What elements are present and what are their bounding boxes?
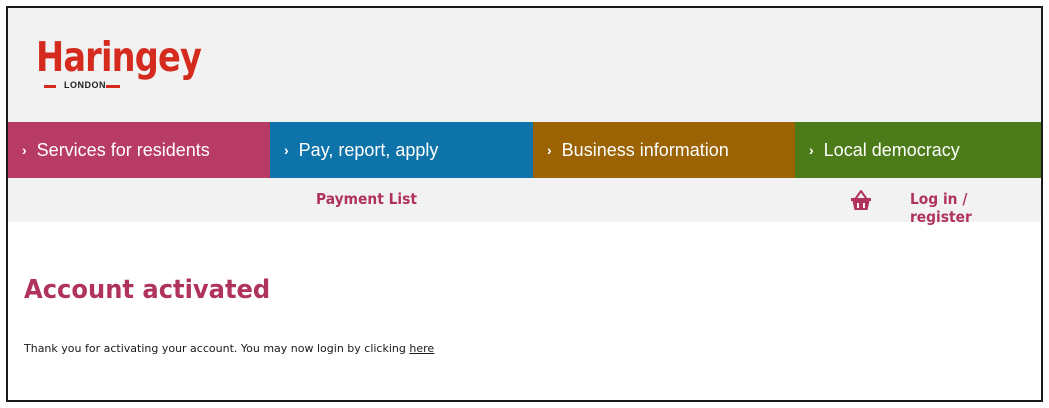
activation-message: Thank you for activating your account. Y… <box>24 342 434 355</box>
sub-navigation-bar: Payment List Log in / register <box>8 178 1041 226</box>
logo-subtitle: LONDON <box>64 80 106 90</box>
login-register-link[interactable]: Log in / register <box>910 190 1031 226</box>
site-header: Haringey LONDON <box>8 8 1041 122</box>
login-here-link[interactable]: here <box>409 342 434 355</box>
nav-business-information[interactable]: › Business information <box>533 122 795 178</box>
main-navigation: › Services for residents › Pay, report, … <box>8 122 1041 178</box>
nav-pay-report-apply[interactable]: › Pay, report, apply <box>270 122 533 178</box>
nav-label: Local democracy <box>823 139 960 160</box>
activation-message-text: Thank you for activating your account. Y… <box>24 342 410 355</box>
chevron-right-icon: › <box>284 142 289 158</box>
haringey-logo[interactable]: Haringey LONDON <box>36 32 202 102</box>
nav-services-for-residents[interactable]: › Services for residents <box>8 122 270 178</box>
nav-local-democracy[interactable]: › Local democracy <box>795 122 1041 178</box>
page-frame: Haringey LONDON › Services for residents… <box>6 6 1043 402</box>
logo-wordmark: Haringey <box>36 33 202 81</box>
chevron-right-icon: › <box>547 142 552 158</box>
logo-rule-left <box>44 85 56 88</box>
logo-rule-right <box>106 85 120 88</box>
chevron-right-icon: › <box>22 142 27 158</box>
nav-label: Services for residents <box>36 139 210 160</box>
payment-list-link[interactable]: Payment List <box>316 190 417 208</box>
nav-label: Business information <box>561 139 729 160</box>
basket-icon[interactable] <box>848 187 874 213</box>
page-title: Account activated <box>24 275 271 305</box>
chevron-right-icon: › <box>809 142 814 158</box>
nav-label: Pay, report, apply <box>298 139 439 160</box>
